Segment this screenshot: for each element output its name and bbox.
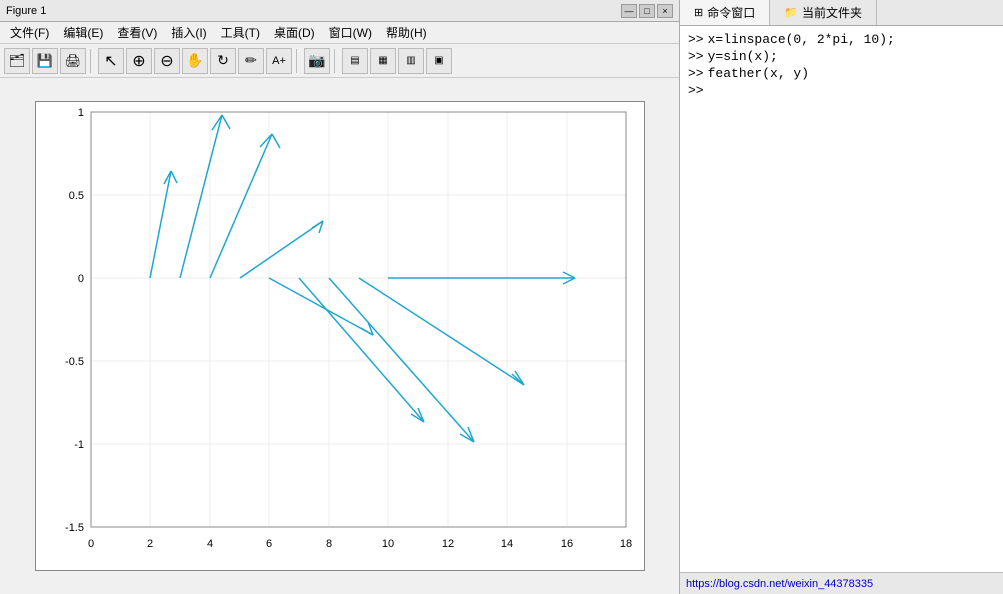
toolbar-b1[interactable]: ▤ bbox=[342, 48, 368, 74]
tab-current-folder[interactable]: 📁 当前文件夹 bbox=[770, 0, 877, 25]
svg-text:2: 2 bbox=[146, 538, 152, 550]
cmd-prompt-4: >> bbox=[688, 83, 704, 98]
cmd-prompt-2: >> bbox=[688, 49, 704, 64]
toolbar-sep1 bbox=[90, 49, 94, 73]
cmd-text-1: x=linspace(0, 2*pi, 10); bbox=[708, 32, 895, 47]
right-tabs: ⊞ 命令窗口 📁 当前文件夹 bbox=[680, 0, 1003, 26]
menu-edit[interactable]: 编辑(E) bbox=[57, 22, 109, 43]
minimize-button[interactable]: — bbox=[621, 4, 637, 18]
toolbar-brush[interactable]: ✏ bbox=[238, 48, 264, 74]
svg-text:-1: -1 bbox=[74, 439, 84, 451]
menu-file[interactable]: 文件(F) bbox=[4, 22, 55, 43]
cmd-prompt-1: >> bbox=[688, 32, 704, 47]
toolbar-rotate[interactable]: ↻ bbox=[210, 48, 236, 74]
right-bottom-bar: https://blog.csdn.net/weixin_44378335 bbox=[680, 572, 1003, 594]
svg-text:0: 0 bbox=[87, 538, 93, 550]
menu-insert[interactable]: 插入(I) bbox=[165, 22, 212, 43]
tab-command-window[interactable]: ⊞ 命令窗口 bbox=[680, 0, 770, 25]
close-button[interactable]: × bbox=[657, 4, 673, 18]
bottom-link[interactable]: https://blog.csdn.net/weixin_44378335 bbox=[686, 578, 873, 590]
toolbar-zoom-out[interactable]: ⊖ bbox=[154, 48, 180, 74]
toolbar-select[interactable]: ↖ bbox=[98, 48, 124, 74]
menu-view[interactable]: 查看(V) bbox=[111, 22, 163, 43]
toolbar-open[interactable]: 🗂 bbox=[4, 48, 30, 74]
menu-desktop[interactable]: 桌面(D) bbox=[268, 22, 321, 43]
cmd-text-2: y=sin(x); bbox=[708, 49, 778, 64]
menu-bar: 文件(F) 编辑(E) 查看(V) 插入(I) 工具(T) 桌面(D) 窗口(W… bbox=[0, 22, 679, 44]
plot-area[interactable]: 0 2 4 6 8 10 12 14 16 18 1 0.5 0 -0.5 bbox=[35, 101, 645, 571]
svg-text:-1.5: -1.5 bbox=[65, 522, 84, 534]
figure-panel: Figure 1 — □ × 文件(F) 编辑(E) 查看(V) 插入(I) 工… bbox=[0, 0, 680, 594]
svg-text:6: 6 bbox=[265, 538, 271, 550]
cmd-line-1: >> x=linspace(0, 2*pi, 10); bbox=[688, 32, 995, 47]
toolbar: 🗂 💾 🖨 ↖ ⊕ ⊖ ✋ ↻ ✏ A+ 📷 ▤ ▦ ▥ ▣ bbox=[0, 44, 679, 78]
svg-text:4: 4 bbox=[206, 538, 212, 550]
svg-text:1: 1 bbox=[77, 107, 83, 119]
plot-container: 0 2 4 6 8 10 12 14 16 18 1 0.5 0 -0.5 bbox=[0, 78, 679, 594]
toolbar-b4[interactable]: ▣ bbox=[426, 48, 452, 74]
toolbar-print[interactable]: 🖨 bbox=[60, 48, 86, 74]
toolbar-pan[interactable]: ✋ bbox=[182, 48, 208, 74]
cmd-line-4: >> bbox=[688, 83, 995, 98]
command-window[interactable]: >> x=linspace(0, 2*pi, 10); >> y=sin(x);… bbox=[680, 26, 1003, 572]
menu-window[interactable]: 窗口(W) bbox=[323, 22, 378, 43]
right-panel: ⊞ 命令窗口 📁 当前文件夹 >> x=linspace(0, 2*pi, 10… bbox=[680, 0, 1003, 594]
cmd-text-3: feather(x, y) bbox=[708, 66, 809, 81]
command-window-icon: ⊞ bbox=[694, 6, 703, 19]
svg-text:0: 0 bbox=[77, 273, 83, 285]
toolbar-zoom-in[interactable]: ⊕ bbox=[126, 48, 152, 74]
figure-title: Figure 1 bbox=[6, 5, 621, 17]
toolbar-sep3 bbox=[334, 49, 338, 73]
toolbar-camera[interactable]: 📷 bbox=[304, 48, 330, 74]
svg-text:0.5: 0.5 bbox=[68, 190, 83, 202]
cmd-line-3: >> feather(x, y) bbox=[688, 66, 995, 81]
toolbar-b2[interactable]: ▦ bbox=[370, 48, 396, 74]
svg-text:-0.5: -0.5 bbox=[65, 356, 84, 368]
tab-folder-label: 当前文件夹 bbox=[802, 4, 862, 21]
toolbar-annotate[interactable]: A+ bbox=[266, 48, 292, 74]
tab-command-label: 命令窗口 bbox=[707, 4, 755, 21]
menu-tools[interactable]: 工具(T) bbox=[215, 22, 266, 43]
title-bar-buttons: — □ × bbox=[621, 4, 673, 18]
toolbar-sep2 bbox=[296, 49, 300, 73]
maximize-button[interactable]: □ bbox=[639, 4, 655, 18]
svg-text:10: 10 bbox=[381, 538, 393, 550]
plot-svg: 0 2 4 6 8 10 12 14 16 18 1 0.5 0 -0.5 bbox=[36, 102, 646, 572]
title-bar: Figure 1 — □ × bbox=[0, 0, 679, 22]
folder-icon: 📁 bbox=[784, 6, 798, 19]
menu-help[interactable]: 帮助(H) bbox=[380, 22, 433, 43]
cmd-prompt-3: >> bbox=[688, 66, 704, 81]
toolbar-b3[interactable]: ▥ bbox=[398, 48, 424, 74]
svg-text:14: 14 bbox=[500, 538, 512, 550]
svg-text:18: 18 bbox=[619, 538, 631, 550]
svg-text:8: 8 bbox=[325, 538, 331, 550]
cmd-line-2: >> y=sin(x); bbox=[688, 49, 995, 64]
toolbar-save[interactable]: 💾 bbox=[32, 48, 58, 74]
svg-text:12: 12 bbox=[441, 538, 453, 550]
svg-text:16: 16 bbox=[560, 538, 572, 550]
